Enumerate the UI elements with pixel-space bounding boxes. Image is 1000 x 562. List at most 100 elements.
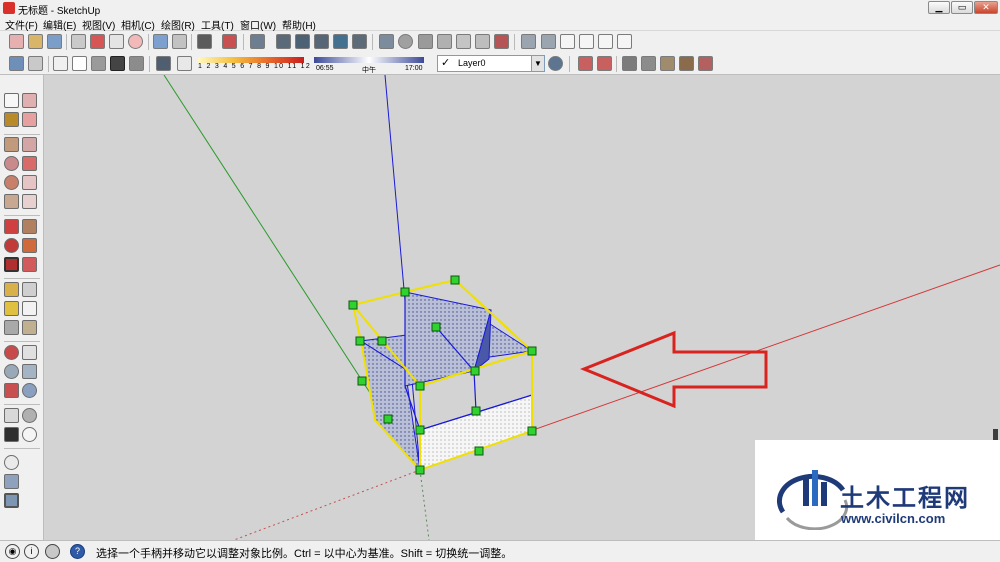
walk-icon[interactable] xyxy=(4,427,19,442)
geo-location-icon[interactable]: ◉ xyxy=(5,544,20,559)
scale-handle[interactable] xyxy=(415,465,425,475)
scale-handle[interactable] xyxy=(527,426,537,436)
stamp-icon[interactable] xyxy=(437,34,452,49)
line-pencil-icon[interactable] xyxy=(22,137,37,152)
redo-icon[interactable] xyxy=(172,34,187,49)
credits-info-icon[interactable]: i xyxy=(24,544,39,559)
cut-icon[interactable] xyxy=(71,34,86,49)
scale-handle[interactable] xyxy=(415,381,425,391)
dimension-icon[interactable] xyxy=(22,282,37,297)
zoom-window-icon[interactable] xyxy=(22,364,37,379)
warehouse-icon[interactable] xyxy=(622,56,637,71)
rotate-icon[interactable] xyxy=(4,238,19,253)
new-file-icon[interactable] xyxy=(9,34,24,49)
undo-icon[interactable] xyxy=(153,34,168,49)
generate-report-icon[interactable] xyxy=(352,34,367,49)
menu-draw[interactable]: 绘图(R) xyxy=(161,17,195,32)
select-arrow-icon[interactable] xyxy=(4,93,19,108)
follow-me-icon[interactable] xyxy=(22,238,37,253)
restore-button[interactable]: ▭ xyxy=(951,1,973,14)
extension-warehouse-icon[interactable] xyxy=(679,56,694,71)
component-icon[interactable] xyxy=(250,34,265,49)
axes-icon[interactable] xyxy=(4,320,19,335)
dynamic-component-icon[interactable] xyxy=(276,34,291,49)
make-component-icon[interactable] xyxy=(22,93,37,108)
text-label-icon[interactable] xyxy=(22,301,37,316)
close-button[interactable]: ✕ xyxy=(974,1,998,14)
offset-icon[interactable] xyxy=(22,257,37,272)
paste-icon[interactable] xyxy=(109,34,124,49)
fog-icon[interactable] xyxy=(177,56,192,71)
flip-edge-icon[interactable] xyxy=(494,34,509,49)
scale-handle[interactable] xyxy=(400,287,410,297)
model-info-icon[interactable] xyxy=(222,34,237,49)
xray-icon[interactable] xyxy=(9,56,24,71)
monochrome-icon[interactable] xyxy=(129,56,144,71)
share-model-icon[interactable] xyxy=(641,56,656,71)
scale-handle[interactable] xyxy=(348,300,358,310)
print-icon[interactable] xyxy=(197,34,212,49)
previous-view-icon[interactable] xyxy=(22,383,37,398)
scale-icon[interactable] xyxy=(4,257,19,272)
zoom-extents-icon[interactable] xyxy=(4,383,19,398)
scale-handle[interactable] xyxy=(415,425,425,435)
scale-handle[interactable] xyxy=(383,414,393,424)
scale-handle[interactable] xyxy=(355,336,365,346)
push-pull-icon[interactable] xyxy=(22,219,37,234)
section-plane-tool-icon[interactable] xyxy=(22,427,37,442)
front-view-icon[interactable] xyxy=(560,34,575,49)
component-options-icon[interactable] xyxy=(314,34,329,49)
get-models-icon[interactable] xyxy=(660,56,675,71)
erase-icon[interactable] xyxy=(128,34,143,49)
save-icon[interactable] xyxy=(47,34,62,49)
scale-handle[interactable] xyxy=(450,275,460,285)
scale-handle[interactable] xyxy=(377,336,387,346)
right-view-icon[interactable] xyxy=(579,34,594,49)
protractor-icon[interactable] xyxy=(4,301,19,316)
scale-handle[interactable] xyxy=(357,376,367,386)
drape-icon[interactable] xyxy=(456,34,471,49)
two-point-arc-icon[interactable] xyxy=(22,194,37,209)
share-component-icon[interactable] xyxy=(698,56,713,71)
menu-window[interactable]: 窗口(W) xyxy=(240,17,276,32)
look-around-icon[interactable] xyxy=(22,408,37,423)
hidden-line-icon[interactable] xyxy=(72,56,87,71)
top-view-icon[interactable] xyxy=(541,34,556,49)
iso-view-icon[interactable] xyxy=(521,34,536,49)
smoove-icon[interactable] xyxy=(418,34,433,49)
pie-icon[interactable] xyxy=(4,194,19,209)
back-edges-icon[interactable] xyxy=(28,56,43,71)
layer-manager-icon[interactable] xyxy=(548,56,563,71)
shadows-icon[interactable] xyxy=(156,56,171,71)
component-attributes-icon[interactable] xyxy=(333,34,348,49)
shaded-textures-icon[interactable] xyxy=(110,56,125,71)
move-icon[interactable] xyxy=(4,219,19,234)
rectangle-icon[interactable] xyxy=(4,137,19,152)
scale-handle[interactable] xyxy=(470,366,480,376)
sandbox-from-scratch-icon[interactable] xyxy=(4,455,19,470)
shaded-icon[interactable] xyxy=(91,56,106,71)
circle-icon[interactable] xyxy=(4,156,19,171)
minimize-button[interactable]: ▁ xyxy=(928,1,950,14)
menu-file[interactable]: 文件(F) xyxy=(5,17,38,32)
add-detail-icon[interactable] xyxy=(475,34,490,49)
menu-help[interactable]: 帮助(H) xyxy=(282,17,316,32)
menu-camera[interactable]: 相机(C) xyxy=(121,17,155,32)
scale-handle[interactable] xyxy=(431,322,441,332)
arc-icon[interactable] xyxy=(22,175,37,190)
menu-tools[interactable]: 工具(T) xyxy=(201,17,234,32)
help-icon[interactable]: ? xyxy=(70,544,85,559)
sandbox-scratch-icon[interactable] xyxy=(398,34,413,49)
add-location-icon[interactable] xyxy=(4,474,19,489)
back-view-icon[interactable] xyxy=(598,34,613,49)
freehand-icon[interactable] xyxy=(22,156,37,171)
3d-text-icon[interactable] xyxy=(22,320,37,335)
zoom-icon[interactable] xyxy=(4,364,19,379)
left-view-icon[interactable] xyxy=(617,34,632,49)
pan-hand-icon[interactable] xyxy=(22,345,37,360)
toggle-terrain-icon[interactable] xyxy=(4,493,19,508)
sandbox-contours-icon[interactable] xyxy=(379,34,394,49)
position-camera-icon[interactable] xyxy=(4,408,19,423)
menu-edit[interactable]: 编辑(E) xyxy=(43,17,76,32)
interact-icon[interactable] xyxy=(295,34,310,49)
